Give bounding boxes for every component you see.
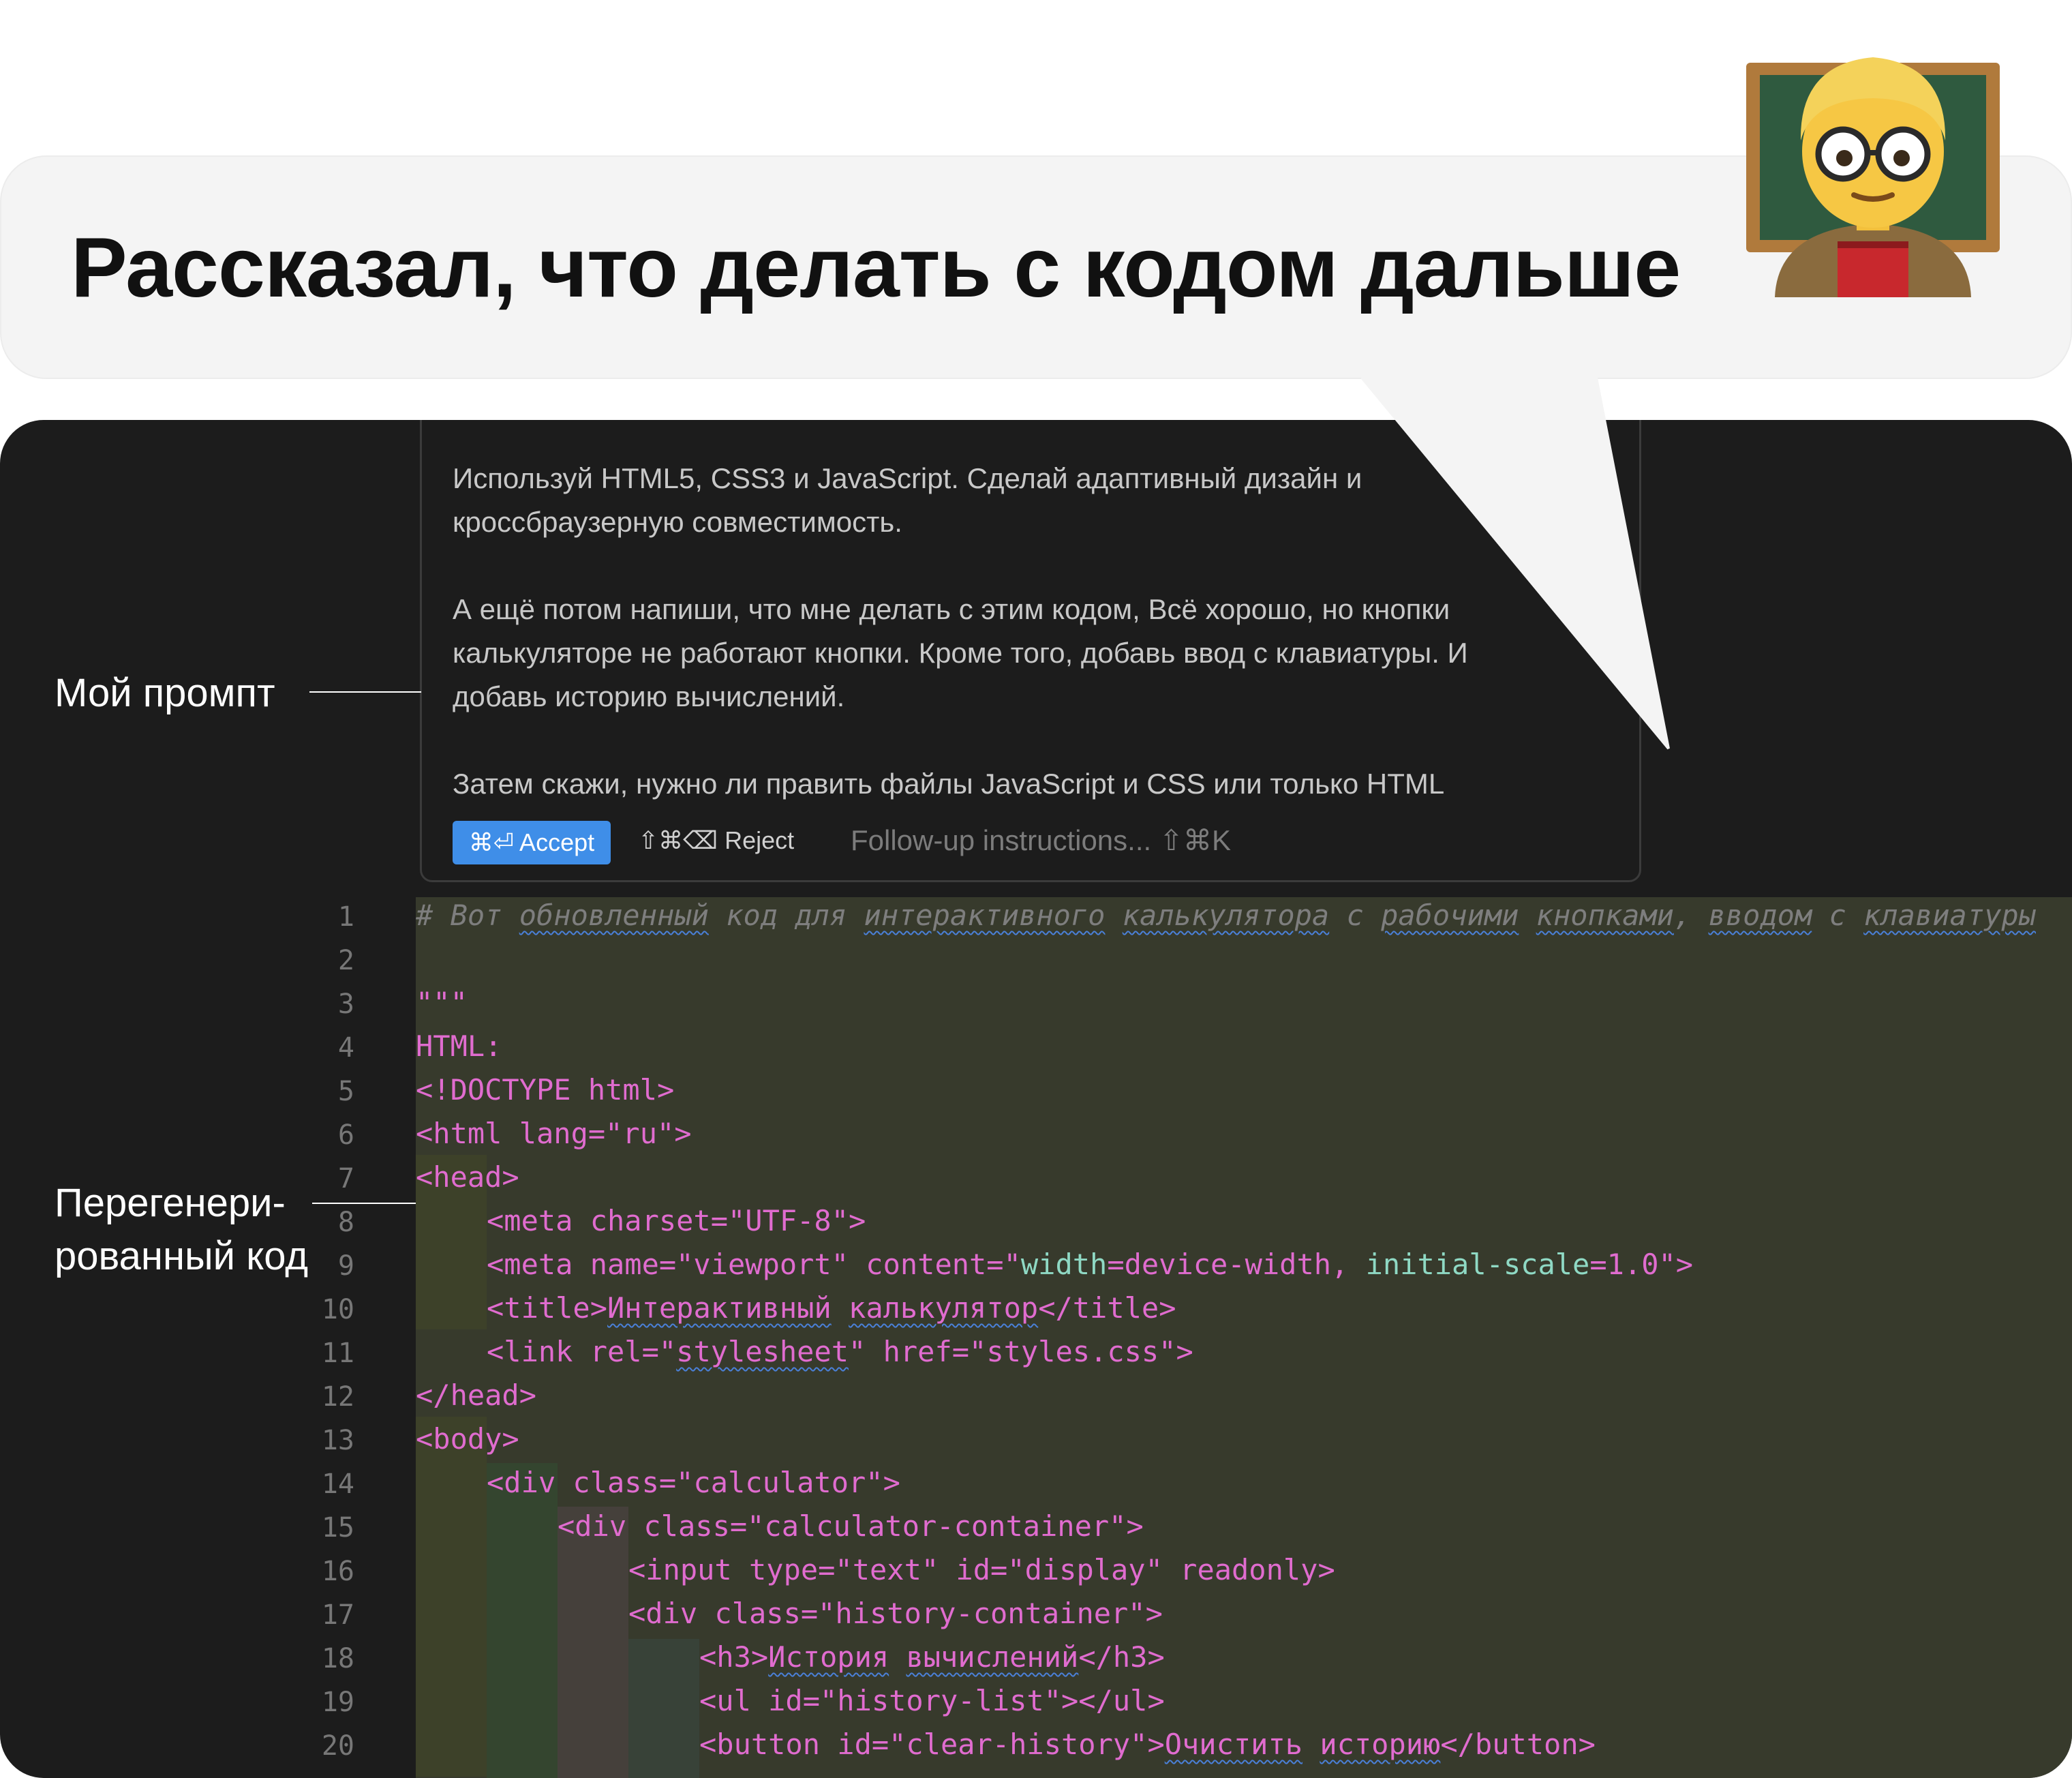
line-number: 17: [321, 1599, 354, 1631]
indent-guide: [487, 1463, 558, 1778]
line-number: 12: [321, 1381, 354, 1413]
line-number: 19: [321, 1687, 354, 1718]
code-line-20: <button id="clear-history">Очистить исто…: [699, 1728, 1596, 1761]
annotation-code-line2: рованный код: [55, 1234, 309, 1278]
code-line-13: <body>: [416, 1422, 519, 1456]
line-number: 1: [337, 901, 354, 933]
indent-gap: [416, 1329, 487, 1373]
code-line-10: <title>Интерактивный калькулятор</title>: [487, 1291, 1176, 1325]
line-number: 10: [321, 1294, 354, 1325]
code-line-11: <link rel="stylesheet" href="styles.css"…: [487, 1335, 1193, 1368]
code-line-15: <div class="calculator-container">: [558, 1509, 1144, 1543]
follow-up-input[interactable]: Follow-up instructions... ⇧⌘K: [851, 824, 1231, 857]
indent-guide: [628, 1639, 699, 1778]
line-number: 20: [321, 1730, 354, 1762]
code-line-8: <meta charset="UTF-8">: [487, 1204, 866, 1237]
reject-button[interactable]: ⇧⌘⌫ Reject: [638, 826, 794, 855]
line-number: 7: [337, 1163, 354, 1194]
line-number: 3: [337, 989, 354, 1020]
code-line-18: <h3>История вычислений</h3>: [699, 1640, 1165, 1674]
line-number: 13: [321, 1425, 354, 1456]
annotation-code-line1: Перегенери-: [55, 1181, 286, 1225]
accept-button[interactable]: ⌘⏎ Accept: [453, 821, 611, 864]
code-line-3: """: [416, 986, 468, 1019]
line-number: 11: [321, 1338, 354, 1369]
accept-button-label: ⌘⏎ Accept: [468, 828, 595, 856]
line-number: 18: [321, 1643, 354, 1674]
code-line-4: HTML:: [416, 1029, 502, 1063]
code-line-14: <div class="calculator">: [487, 1466, 900, 1499]
line-number: 14: [321, 1468, 354, 1500]
code-line-9: <meta name="viewport" content="width=dev…: [487, 1248, 1694, 1281]
line-number: 2: [337, 945, 354, 976]
code-line-19: <ul id="history-list"></ul>: [699, 1684, 1165, 1717]
line-number: 15: [321, 1512, 354, 1543]
line-number: 5: [337, 1076, 354, 1107]
code-line-5: <!DOCTYPE html>: [416, 1073, 675, 1106]
indent-guide: [558, 1507, 628, 1778]
code-line-7: <head>: [416, 1160, 519, 1194]
code-line-16: <input type="text" id="display" readonly…: [628, 1553, 1335, 1586]
code-line-1: # Вот обновленный код для интерактивного…: [416, 899, 2036, 932]
line-number: 6: [337, 1119, 354, 1151]
code-line-17: <div class="history-container">: [628, 1597, 1163, 1630]
line-number: 16: [321, 1556, 354, 1587]
annotation-line: [312, 1203, 416, 1204]
teacher-emoji-icon: [1737, 25, 2009, 297]
code-line-12: </head>: [416, 1378, 537, 1412]
code-line-6: <html lang="ru">: [416, 1117, 692, 1150]
indent-guide: [416, 1155, 487, 1777]
line-number: 4: [337, 1032, 354, 1064]
